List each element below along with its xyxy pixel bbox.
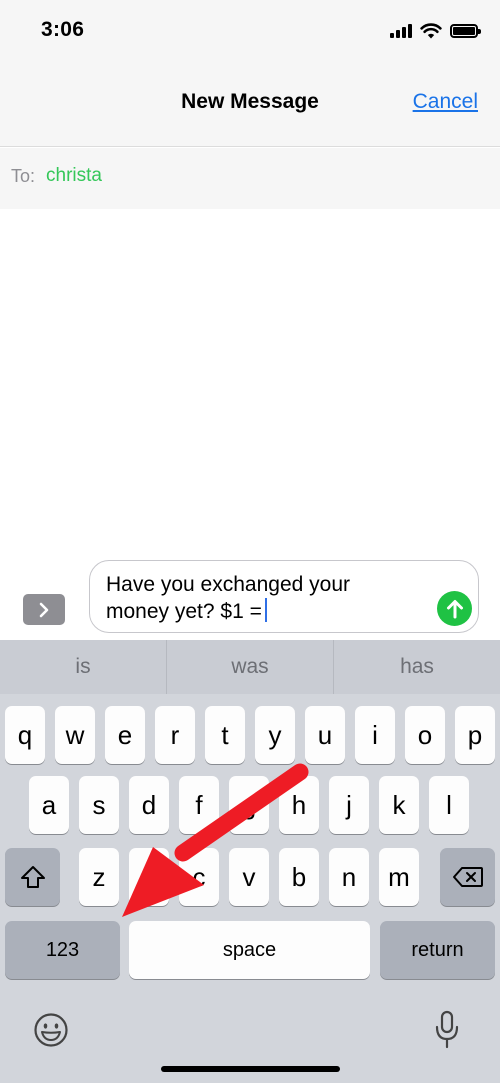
numbers-key[interactable]: 123	[5, 921, 120, 979]
to-field[interactable]: To: christa	[0, 148, 500, 209]
delete-key[interactable]	[440, 848, 495, 906]
dictation-button[interactable]	[434, 1010, 460, 1050]
suggestion-item[interactable]: is	[0, 640, 166, 694]
send-button[interactable]	[437, 591, 472, 626]
key-c[interactable]: c	[179, 848, 219, 906]
suggestion-item[interactable]: was	[166, 640, 333, 694]
key-i[interactable]: i	[355, 706, 395, 764]
return-key[interactable]: return	[380, 921, 495, 979]
key-p[interactable]: p	[455, 706, 495, 764]
predictive-bar: is was has	[0, 640, 500, 694]
message-text-line2: money yet? $1 =	[106, 600, 262, 623]
expand-apps-button[interactable]	[23, 594, 65, 625]
recipient-name[interactable]: christa	[46, 165, 102, 187]
status-icons	[390, 22, 481, 40]
home-indicator[interactable]	[161, 1066, 340, 1072]
shift-icon	[20, 866, 45, 888]
message-input[interactable]: Have you exchanged your money yet? $1 =	[89, 560, 479, 633]
key-m[interactable]: m	[379, 848, 419, 906]
key-b[interactable]: b	[279, 848, 319, 906]
key-o[interactable]: o	[405, 706, 445, 764]
battery-icon	[450, 24, 481, 38]
message-text-line1: Have you exchanged your	[106, 573, 350, 596]
text-cursor	[264, 598, 267, 622]
key-y[interactable]: y	[255, 706, 295, 764]
key-v[interactable]: v	[229, 848, 269, 906]
microphone-icon	[435, 1010, 459, 1049]
key-q[interactable]: q	[5, 706, 45, 764]
arrow-up-icon	[446, 599, 463, 618]
keyboard: is was has q w e r t y u i o p a s d f g…	[0, 640, 500, 1083]
key-a[interactable]: a	[29, 776, 69, 834]
cancel-button[interactable]: Cancel	[413, 90, 478, 114]
status-time: 3:06	[41, 18, 85, 41]
key-f[interactable]: f	[179, 776, 219, 834]
key-h[interactable]: h	[279, 776, 319, 834]
key-d[interactable]: d	[129, 776, 169, 834]
space-key[interactable]: space	[129, 921, 370, 979]
key-g[interactable]: g	[229, 776, 269, 834]
key-e[interactable]: e	[105, 706, 145, 764]
key-l[interactable]: l	[429, 776, 469, 834]
emoji-icon	[34, 1013, 68, 1047]
wifi-icon	[420, 23, 442, 39]
shift-key[interactable]	[5, 848, 60, 906]
key-k[interactable]: k	[379, 776, 419, 834]
key-r[interactable]: r	[155, 706, 195, 764]
status-bar: 3:06	[0, 0, 500, 60]
key-t[interactable]: t	[205, 706, 245, 764]
to-label: To:	[11, 166, 36, 186]
key-n[interactable]: n	[329, 848, 369, 906]
key-s[interactable]: s	[79, 776, 119, 834]
key-u[interactable]: u	[305, 706, 345, 764]
message-text[interactable]: Have you exchanged your money yet? $1 =	[106, 571, 426, 625]
nav-bar: New Message Cancel	[0, 60, 500, 147]
emoji-button[interactable]	[33, 1012, 69, 1048]
key-j[interactable]: j	[329, 776, 369, 834]
key-w[interactable]: w	[55, 706, 95, 764]
key-x[interactable]: x	[129, 848, 169, 906]
backspace-icon	[452, 867, 483, 887]
chevron-right-icon	[39, 602, 49, 617]
suggestion-item[interactable]: has	[333, 640, 500, 694]
key-z[interactable]: z	[79, 848, 119, 906]
cellular-signal-icon	[390, 24, 412, 38]
